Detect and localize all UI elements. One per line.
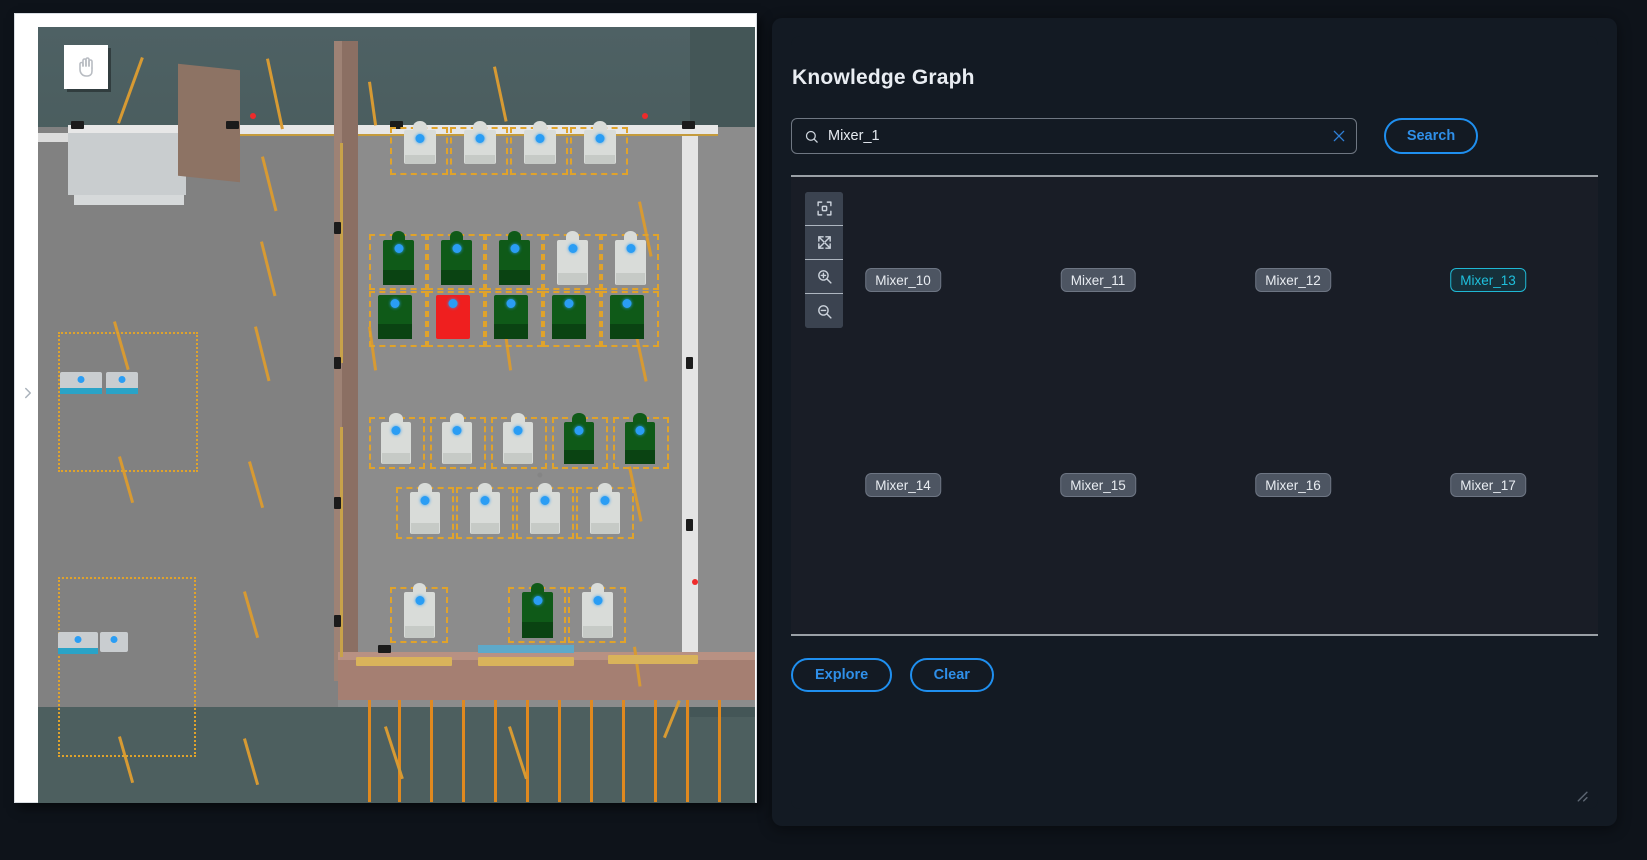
search-button[interactable]: Search [1384, 118, 1478, 154]
scene-sensor [334, 357, 341, 369]
fit-to-view-glyph [816, 200, 833, 217]
machine-unit-fault[interactable] [436, 295, 470, 339]
agv-vehicle[interactable] [60, 372, 102, 394]
conveyor-dock [356, 657, 452, 666]
machine-unit[interactable] [442, 422, 472, 464]
graph-node[interactable]: Mixer_16 [1255, 473, 1331, 497]
graph-node[interactable]: Mixer_11 [1061, 268, 1136, 292]
explore-button[interactable]: Explore [791, 658, 892, 692]
scene-marker [642, 113, 648, 119]
scene-sensor [686, 519, 693, 531]
scene-loading-dock [338, 660, 755, 700]
machine-unit[interactable] [410, 492, 440, 534]
scene-sensor [682, 121, 695, 129]
machine-unit[interactable] [383, 240, 414, 285]
scene-sensor [334, 615, 341, 627]
agv-vehicle[interactable] [100, 632, 128, 652]
machine-unit[interactable] [441, 240, 472, 285]
clear-search-button[interactable] [1322, 118, 1356, 154]
machine-unit[interactable] [524, 130, 556, 164]
machine-unit[interactable] [499, 240, 530, 285]
machine-unit[interactable] [470, 492, 500, 534]
conveyor-belt [478, 645, 574, 653]
app-root: Knowledge Graph Search [0, 0, 1647, 860]
machine-unit[interactable] [584, 130, 616, 164]
machine-unit[interactable] [503, 422, 533, 464]
scene-marker [692, 579, 698, 585]
scene-rail [340, 143, 343, 363]
expand-icon[interactable] [805, 226, 843, 260]
graph-node[interactable]: Mixer_17 [1450, 473, 1526, 497]
scene-beam [243, 738, 259, 785]
graph-actions: Explore Clear [791, 658, 1007, 692]
simulation-3d-canvas[interactable] [38, 27, 755, 803]
graph-node[interactable]: Mixer_15 [1060, 473, 1136, 497]
zoom-in-glyph [816, 268, 833, 285]
machine-unit[interactable] [522, 592, 553, 638]
machine-unit[interactable] [552, 295, 586, 339]
scene-sensor [226, 121, 239, 129]
scene-grey-room [68, 133, 186, 195]
search-row: Search [791, 118, 1598, 156]
expand-glyph [816, 234, 833, 251]
zoom-out-icon[interactable] [805, 294, 843, 328]
fit-to-view-icon[interactable] [805, 192, 843, 226]
machine-unit[interactable] [590, 492, 620, 534]
agv-zone[interactable] [58, 577, 196, 757]
machine-unit[interactable] [404, 130, 436, 164]
machine-unit[interactable] [557, 240, 588, 285]
page-title: Knowledge Graph [792, 66, 975, 90]
zoom-out-glyph [816, 303, 833, 320]
pan-tool-indicator [64, 45, 108, 89]
machine-unit[interactable] [464, 130, 496, 164]
agv-zone[interactable] [58, 332, 198, 472]
sidebar-expand-toggle[interactable] [17, 378, 39, 408]
graph-toolbar [805, 192, 843, 328]
close-icon [1331, 128, 1347, 144]
search-input[interactable] [828, 128, 1322, 144]
knowledge-graph-panel: Knowledge Graph Search [772, 18, 1617, 826]
machine-unit[interactable] [615, 240, 646, 285]
machine-unit[interactable] [610, 295, 644, 339]
search-field-wrapper[interactable] [791, 118, 1357, 154]
conveyor-dock [608, 655, 698, 664]
knowledge-graph-body: Knowledge Graph Search [791, 36, 1598, 809]
resize-glyph [1575, 789, 1588, 802]
machine-unit[interactable] [381, 422, 411, 464]
graph-node[interactable]: Mixer_13 [1450, 268, 1526, 292]
graph-node[interactable]: Mixer_14 [865, 473, 941, 497]
hand-icon [74, 55, 98, 79]
resize-handle-icon[interactable] [1575, 789, 1588, 802]
conveyor-dock [478, 657, 574, 666]
simulation-viewport-frame [14, 13, 757, 803]
graph-node[interactable]: Mixer_10 [865, 268, 941, 292]
chevron-right-icon [19, 384, 37, 402]
scene-right-wall-inner [682, 135, 698, 695]
zoom-in-icon[interactable] [805, 260, 843, 294]
machine-unit[interactable] [404, 592, 435, 638]
machine-unit[interactable] [530, 492, 560, 534]
scene-sensor [71, 121, 84, 129]
agv-vehicle[interactable] [106, 372, 138, 394]
graph-node[interactable]: Mixer_12 [1255, 268, 1331, 292]
agv-vehicle[interactable] [58, 632, 98, 654]
search-icon [804, 129, 819, 144]
clear-button[interactable]: Clear [910, 658, 994, 692]
scene-grey-room-edge [74, 195, 184, 205]
graph-canvas[interactable]: Mixer_10 Mixer_11 Mixer_12 Mixer_13 Mixer_14… [791, 175, 1598, 636]
scene-sensor [378, 645, 391, 653]
machine-unit[interactable] [582, 592, 613, 638]
machine-unit[interactable] [625, 422, 655, 464]
scene-sensor [334, 222, 341, 234]
scene-marker [250, 113, 256, 119]
scene-sensor [334, 497, 341, 509]
machine-unit[interactable] [378, 295, 412, 339]
scene-sensor [686, 357, 693, 369]
machine-unit[interactable] [494, 295, 528, 339]
machine-unit[interactable] [564, 422, 594, 464]
